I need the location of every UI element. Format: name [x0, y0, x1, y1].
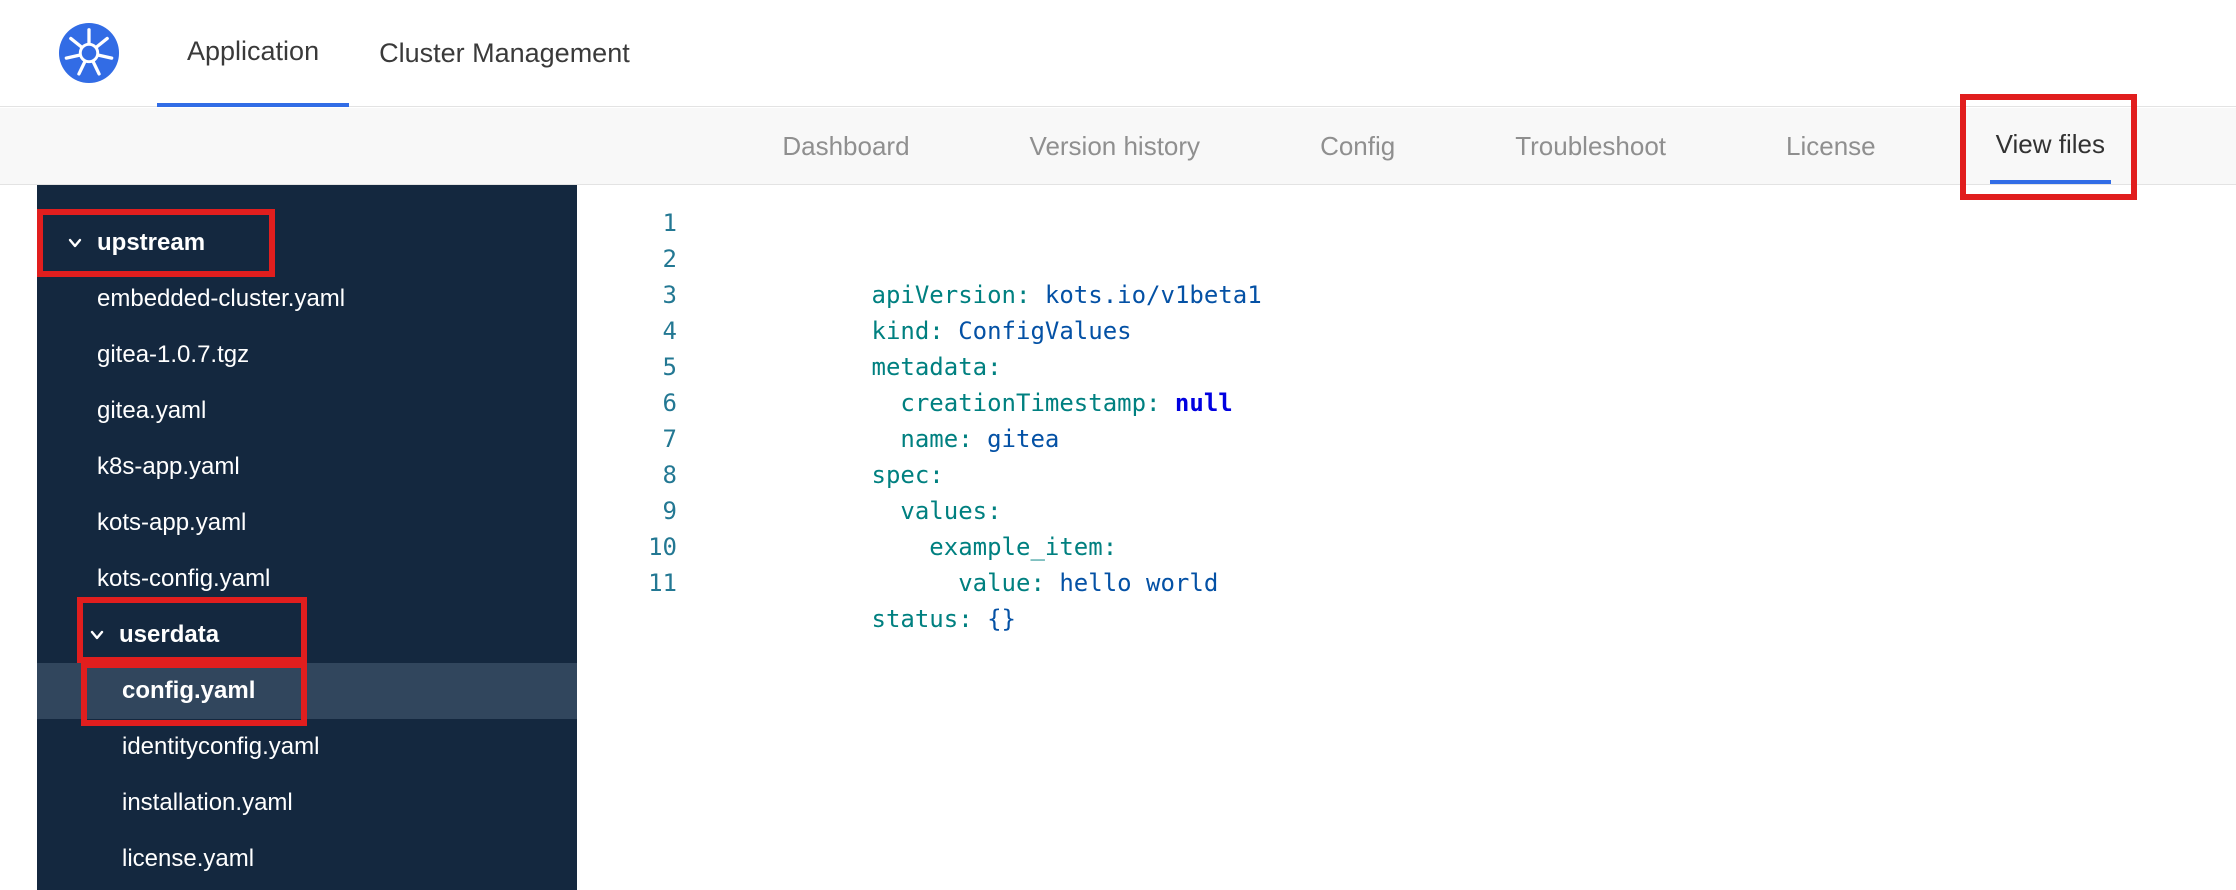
file-tree-item[interactable]: kots-config.yaml: [37, 551, 577, 607]
code-text: spec:: [727, 385, 944, 489]
code-line: 6 spec:: [577, 385, 2236, 489]
app-nav-tab-label: Version history: [1029, 130, 1201, 161]
code-line: 2 kind: ConfigValues: [577, 241, 2236, 345]
code-line: 8 example_item:: [577, 457, 2236, 561]
code-text: values:: [727, 421, 1001, 525]
code-text: example_item:: [727, 457, 1117, 561]
file-tree-item-label: k8s-app.yaml: [97, 453, 240, 480]
file-tree-item[interactable]: kots-app.yaml: [37, 495, 577, 551]
file-tree-item[interactable]: installation.yaml: [37, 775, 577, 831]
code-token: hello world: [1044, 569, 1219, 597]
file-tree-item[interactable]: userdata: [37, 607, 577, 663]
app-nav-tab[interactable]: Dashboard: [776, 108, 915, 184]
line-number: 7: [662, 425, 677, 453]
app-nav-tab[interactable]: Config: [1314, 108, 1401, 184]
file-tree-item[interactable]: identityconfig.yaml: [37, 719, 577, 775]
code-line: 9 value: hello world: [577, 493, 2236, 597]
line-number: 10: [648, 533, 677, 561]
app-nav: Dashboard Version history Config Trouble…: [0, 94, 2236, 200]
top-header: Application Cluster Management: [0, 0, 2236, 107]
file-tree-item[interactable]: license.yaml: [37, 831, 577, 887]
line-number: 8: [662, 461, 677, 489]
file-tree-item-label: embedded-cluster.yaml: [97, 285, 346, 312]
file-tree-item[interactable]: config.yaml: [37, 663, 577, 719]
file-tree-item[interactable]: gitea.yaml: [37, 383, 577, 439]
app-nav-tab[interactable]: Version history: [1024, 108, 1207, 184]
app-nav-tab-label: Troubleshoot: [1515, 130, 1667, 161]
app-nav-tab[interactable]: View files: [1959, 94, 2137, 200]
file-tree-sidebar: upstream embedded-cluster.yaml gitea-1.0…: [37, 185, 577, 890]
file-tree-item-label: upstream: [97, 229, 206, 256]
line-number: 6: [662, 389, 677, 417]
code-editor[interactable]: 1 apiVersion: kots.io/v1beta1 2 kind: Co…: [577, 185, 2236, 890]
code-text: apiVersion: kots.io/v1beta1: [727, 205, 1262, 309]
code-text: kind: ConfigValues: [727, 241, 1132, 345]
file-tree-item-label: license.yaml: [122, 845, 255, 872]
app-nav-tab[interactable]: License: [1780, 108, 1882, 184]
file-tree-item-label: installation.yaml: [122, 789, 293, 816]
code-text: creationTimestamp: null: [727, 313, 1232, 417]
file-tree-item[interactable]: gitea-1.0.7.tgz: [37, 327, 577, 383]
file-tree-item[interactable]: upstream: [37, 215, 577, 271]
app-nav-tab-label: Config: [1320, 130, 1396, 161]
code-line: 7 values:: [577, 421, 2236, 525]
code-text: status: {}: [727, 529, 1017, 633]
app-nav-tab-label: View files: [1995, 128, 2105, 159]
chevron-down-icon: [65, 233, 85, 253]
line-number: 9: [662, 497, 677, 525]
line-number: 11: [648, 569, 677, 597]
app-nav-tab-label: License: [1786, 130, 1876, 161]
file-tree: upstream embedded-cluster.yaml gitea-1.0…: [37, 185, 577, 887]
code-line: 3 metadata:: [577, 277, 2236, 381]
code-lines: 1 apiVersion: kots.io/v1beta1 2 kind: Co…: [577, 185, 2236, 633]
code-text: metadata:: [727, 277, 1002, 381]
file-tree-item[interactable]: embedded-cluster.yaml: [37, 271, 577, 327]
app-nav-tab[interactable]: Troubleshoot: [1509, 108, 1672, 184]
code-token: null: [1160, 389, 1233, 417]
file-tree-item[interactable]: k8s-app.yaml: [37, 439, 577, 495]
file-tree-item-label: config.yaml: [122, 677, 256, 704]
file-tree-item-label: gitea.yaml: [97, 397, 207, 424]
kots-admin-console: Application Cluster Management Dashboard …: [0, 0, 2236, 890]
primary-nav: Application Cluster Management: [157, 0, 660, 107]
file-tree-item-label: gitea-1.0.7.tgz: [97, 341, 250, 368]
file-tree-item-label: kots-config.yaml: [97, 565, 271, 592]
file-tree-item-label: kots-app.yaml: [97, 509, 247, 536]
code-line: 1 apiVersion: kots.io/v1beta1: [577, 205, 2236, 309]
app-nav-tab-label: Dashboard: [782, 130, 910, 161]
code-text: name: gitea: [727, 349, 1059, 453]
code-line: 11: [577, 565, 2236, 601]
file-tree-item-label: userdata: [119, 621, 220, 648]
primary-nav-tab[interactable]: Application: [157, 0, 350, 107]
line-number: 4: [662, 317, 677, 345]
primary-nav-tab[interactable]: Cluster Management: [349, 0, 660, 107]
line-number: 5: [662, 353, 677, 381]
code-line: 4 creationTimestamp: null: [577, 313, 2236, 417]
line-number: 2: [662, 245, 677, 273]
line-number: 3: [662, 281, 677, 309]
code-line: 5 name: gitea: [577, 349, 2236, 453]
code-line: 10 status: {}: [577, 529, 2236, 633]
chevron-down-icon: [87, 625, 107, 645]
line-number: 1: [662, 209, 677, 237]
code-token: kots.io/v1beta1: [1030, 281, 1262, 309]
app-nav-tabs: Dashboard Version history Config Trouble…: [0, 94, 2236, 200]
code-text: value: hello world: [727, 493, 1218, 597]
file-tree-item-label: identityconfig.yaml: [122, 733, 320, 760]
code-token: {}: [972, 605, 1017, 633]
kubernetes-logo: [58, 22, 120, 84]
